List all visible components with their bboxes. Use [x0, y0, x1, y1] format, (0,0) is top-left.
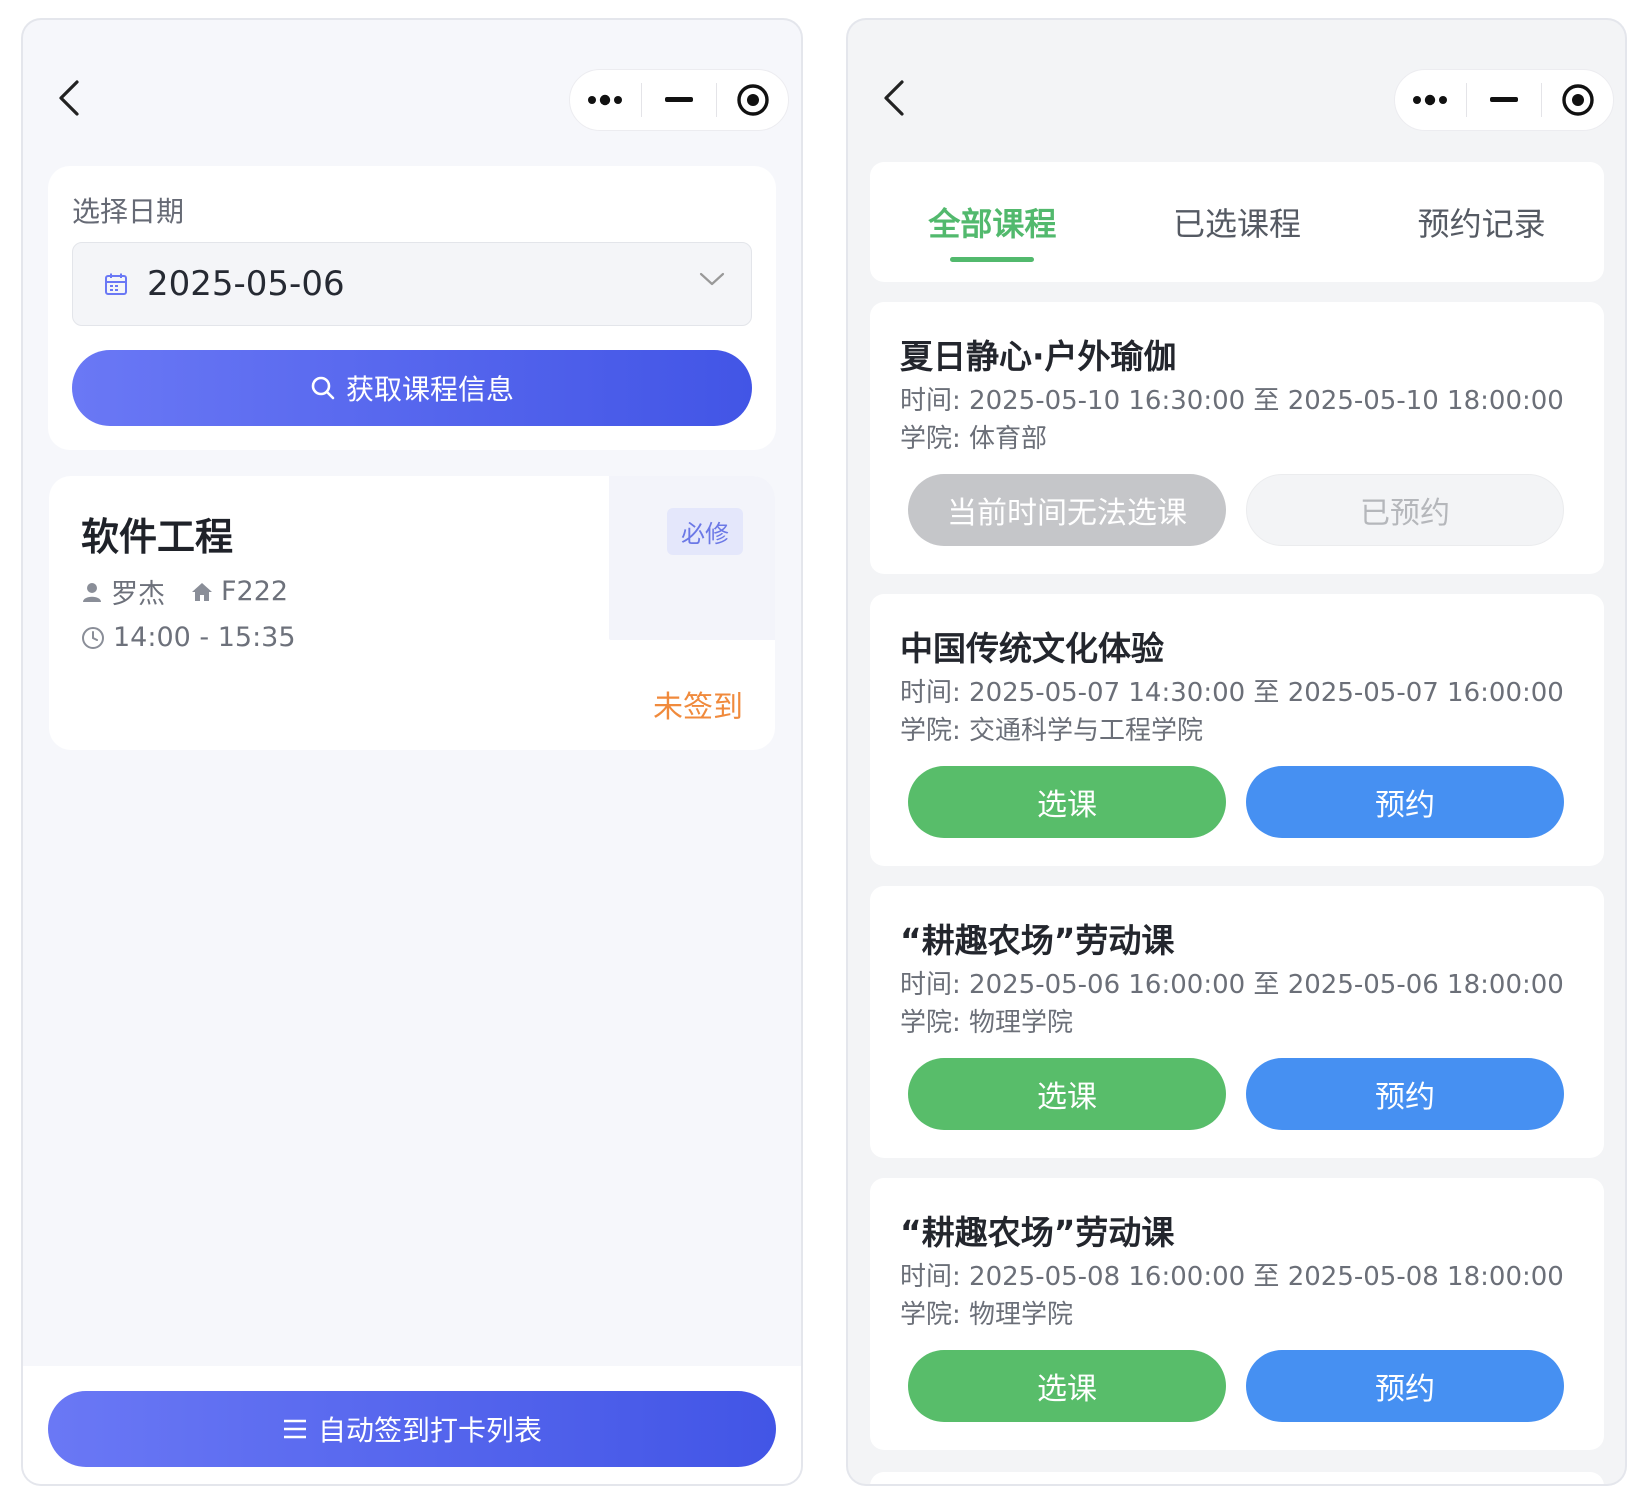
target-icon [737, 84, 769, 116]
close-button[interactable] [720, 69, 786, 131]
tab-selected-courses[interactable]: 已选课程 [1115, 162, 1360, 282]
nav-bar [23, 20, 801, 156]
course-time: 时间: 2025-05-06 16:00:00 至 2025-05-06 18:… [900, 970, 1564, 1000]
course-title: 夏日静心·户外瑜伽 [900, 337, 1177, 376]
course-college: 学院: 体育部 [900, 424, 1048, 454]
minimize-icon [1489, 97, 1518, 102]
calendar-icon [103, 271, 129, 297]
card-corner-decoration [609, 476, 775, 640]
nav-bar [848, 20, 1625, 156]
list-item: 夏日静心·户外瑜伽 时间: 2025-05-10 16:30:00 至 2025… [870, 302, 1604, 574]
reserve-button[interactable]: 预约 [1246, 1350, 1564, 1422]
tab-reservations[interactable]: 预约记录 [1359, 162, 1604, 282]
course-college: 学院: 交通科学与工程学院 [900, 716, 1204, 746]
back-arrow-icon [884, 80, 904, 116]
reserved-button[interactable]: 已预约 [1246, 474, 1564, 546]
menu-icon [282, 1418, 308, 1440]
list-item-partial [870, 1472, 1604, 1484]
course-meta-row: 罗杰 F222 [81, 572, 288, 611]
more-dots-icon [1412, 94, 1447, 106]
select-course-button[interactable]: 选课 [908, 766, 1226, 838]
more-button[interactable] [1397, 69, 1463, 131]
required-tag: 必修 [667, 508, 743, 555]
room-number: F222 [221, 576, 289, 607]
course-time: 时间: 2025-05-07 14:30:00 至 2025-05-07 16:… [900, 678, 1564, 708]
course-tabs: 全部课程 已选课程 预约记录 [870, 162, 1604, 282]
select-course-button[interactable]: 选课 [908, 1350, 1226, 1422]
back-button[interactable] [49, 76, 89, 120]
clock-icon [81, 626, 105, 650]
teacher-name: 罗杰 [111, 579, 165, 610]
minimize-button[interactable] [1471, 69, 1537, 131]
back-arrow-icon [59, 80, 79, 116]
course-title: 中国传统文化体验 [900, 629, 1164, 668]
mini-program-capsule [569, 69, 789, 131]
back-button[interactable] [874, 76, 914, 120]
reserve-button[interactable]: 预约 [1246, 766, 1564, 838]
auto-checkin-list-label: 自动签到打卡列表 [317, 1414, 542, 1447]
user-icon [81, 581, 103, 603]
course-college: 学院: 物理学院 [900, 1300, 1074, 1330]
course-title: 软件工程 [81, 515, 234, 559]
course-time-row: 14:00 - 15:35 [81, 622, 296, 653]
course-title: “耕趣农场”劳动课 [900, 1213, 1175, 1252]
course-card[interactable]: 软件工程 必修 罗杰 F222 14:00 - 15:35 未签到 [49, 476, 775, 750]
course-time: 14:00 - 15:35 [113, 622, 296, 653]
course-college: 学院: 物理学院 [900, 1008, 1074, 1038]
course-time: 时间: 2025-05-08 16:00:00 至 2025-05-08 18:… [900, 1262, 1564, 1292]
reserve-button[interactable]: 预约 [1246, 1058, 1564, 1130]
fetch-course-label: 获取课程信息 [345, 373, 514, 406]
capsule-divider [1540, 83, 1542, 117]
close-button[interactable] [1545, 69, 1611, 131]
right-screen: 全部课程 已选课程 预约记录 夏日静心·户外瑜伽 时间: 2025-05-10 … [848, 20, 1625, 1484]
fetch-course-button[interactable]: 获取课程信息 [72, 350, 752, 426]
more-dots-icon [587, 94, 622, 106]
capsule-divider [641, 83, 643, 117]
home-icon [191, 581, 213, 603]
course-time: 时间: 2025-05-10 16:30:00 至 2025-05-10 18:… [900, 386, 1564, 416]
date-select-card: 选择日期 2025-05-06 获取课程信息 [48, 166, 776, 450]
checkin-status: 未签到 [653, 690, 743, 725]
auto-checkin-list-button[interactable]: 自动签到打卡列表 [48, 1391, 776, 1467]
capsule-divider [715, 83, 717, 117]
mini-program-capsule [1394, 69, 1614, 131]
target-icon [1562, 84, 1594, 116]
minimize-button[interactable] [646, 69, 712, 131]
more-button[interactable] [572, 69, 638, 131]
list-item: “耕趣农场”劳动课 时间: 2025-05-08 16:00:00 至 2025… [870, 1178, 1604, 1450]
chevron-down-icon [699, 272, 725, 286]
list-item: “耕趣农场”劳动课 时间: 2025-05-06 16:00:00 至 2025… [870, 886, 1604, 1158]
minimize-icon [664, 97, 693, 102]
capsule-divider [1466, 83, 1468, 117]
tab-all-courses[interactable]: 全部课程 [870, 162, 1115, 282]
select-course-button-disabled[interactable]: 当前时间无法选课 [908, 474, 1226, 546]
date-picker[interactable]: 2025-05-06 [72, 242, 752, 326]
list-item: 中国传统文化体验 时间: 2025-05-07 14:30:00 至 2025-… [870, 594, 1604, 866]
course-title: “耕趣农场”劳动课 [900, 921, 1175, 960]
search-icon [310, 375, 336, 401]
left-screen: 选择日期 2025-05-06 获取课程信息 软件工程 必修 罗杰 F222 1… [23, 20, 801, 1484]
date-label: 选择日期 [72, 195, 185, 228]
date-value: 2025-05-06 [147, 264, 345, 304]
select-course-button[interactable]: 选课 [908, 1058, 1226, 1130]
